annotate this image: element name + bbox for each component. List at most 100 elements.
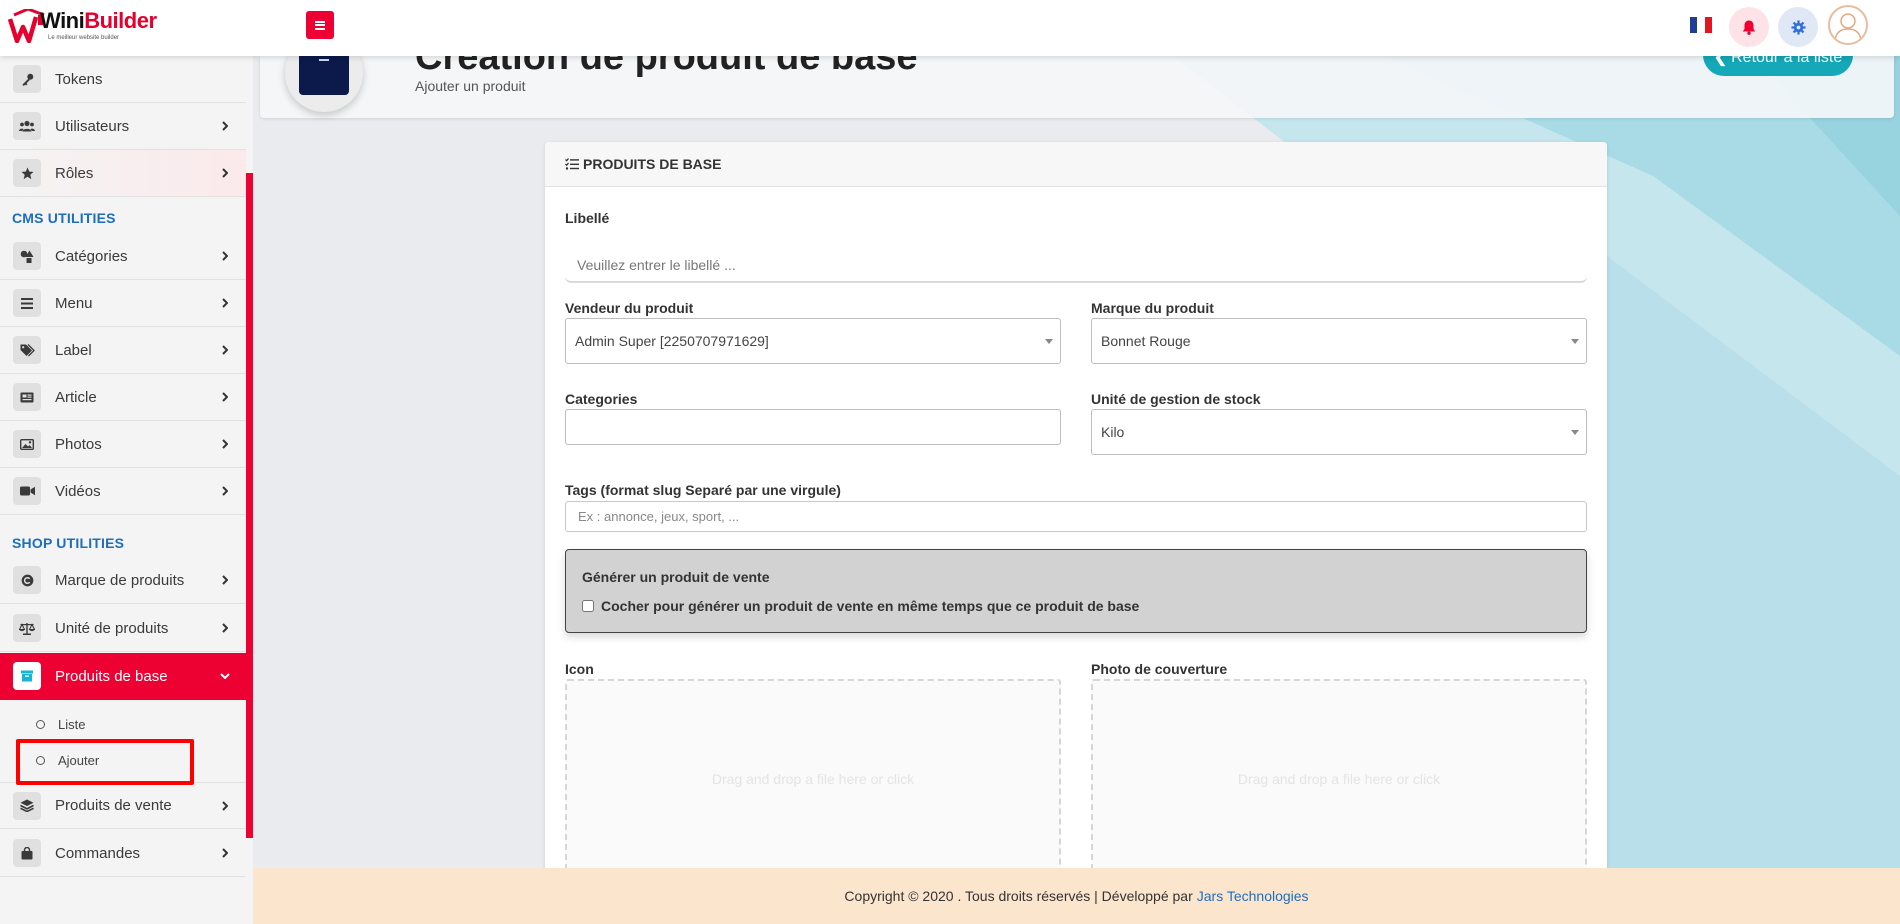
chevron-right-icon bbox=[218, 848, 232, 858]
sidebar-item-label-menu[interactable]: Label bbox=[0, 327, 246, 374]
vendeur-label: Vendeur du produit bbox=[565, 300, 694, 316]
sidebar-toggle-button[interactable] bbox=[306, 11, 334, 39]
sidebar-item-produits-de-base[interactable]: Produits de base bbox=[0, 653, 246, 700]
chevron-right-icon bbox=[218, 392, 232, 402]
sidebar-item-menu[interactable]: Menu bbox=[0, 280, 246, 327]
tags-label: Tags (format slug Separé par une virgule… bbox=[565, 482, 841, 498]
balance-scale-icon bbox=[13, 614, 41, 642]
generate-sale-product-row[interactable]: Cocher pour générer un produit de vente … bbox=[582, 598, 1139, 614]
sidebar-item-label: Commandes bbox=[55, 844, 141, 862]
sidebar-item-label: Utilisateurs bbox=[55, 117, 130, 135]
generate-sale-product-checkbox[interactable] bbox=[582, 600, 594, 612]
sidebar-item-label: Photos bbox=[55, 435, 102, 453]
icon-dropzone[interactable]: Drag and drop a file here or click bbox=[565, 679, 1061, 868]
product-box-icon bbox=[285, 56, 363, 112]
page-title: Création de produit de base bbox=[415, 56, 918, 78]
sidebar-item-unite-de-produits[interactable]: Unité de produits bbox=[0, 605, 246, 652]
sidebar: Tokens Utilisateurs Rôles CMS UTILITIES … bbox=[0, 56, 253, 924]
app-logo[interactable]: WiniBuilder Le meilleur website builder bbox=[8, 5, 158, 43]
section-title-cms: CMS UTILITIES bbox=[12, 210, 116, 226]
notifications-button[interactable] bbox=[1729, 7, 1769, 47]
circle-icon bbox=[36, 755, 45, 765]
newspaper-icon bbox=[13, 383, 41, 411]
vendeur-select[interactable]: Admin Super [2250707971629] bbox=[565, 318, 1061, 364]
user-avatar[interactable] bbox=[1828, 5, 1868, 45]
circle-icon bbox=[36, 719, 45, 729]
libelle-label: Libellé bbox=[565, 210, 610, 226]
shapes-icon bbox=[13, 242, 41, 270]
sidebar-subitem-ajouter[interactable]: Ajouter bbox=[0, 743, 246, 777]
sidebar-item-label: Produits de base bbox=[55, 667, 168, 685]
sidebar-item-label: Unité de produits bbox=[55, 619, 169, 637]
sidebar-item-categories[interactable]: Catégories bbox=[0, 233, 246, 280]
chevron-right-icon bbox=[218, 168, 232, 178]
sidebar-item-label: Label bbox=[55, 341, 92, 359]
card-header: PRODUITS DE BASE bbox=[545, 142, 1607, 187]
shopping-bag-icon bbox=[13, 839, 41, 867]
categories-label: Categories bbox=[565, 391, 638, 407]
unite-select-value: Kilo bbox=[1101, 424, 1125, 440]
sidebar-item-label: Article bbox=[55, 388, 97, 406]
unite-select[interactable]: Kilo bbox=[1091, 409, 1587, 455]
bars-icon bbox=[13, 289, 41, 317]
sidebar-item-photos[interactable]: Photos bbox=[0, 421, 246, 468]
top-navbar: WiniBuilder Le meilleur website builder bbox=[0, 0, 1900, 56]
categories-input[interactable] bbox=[565, 409, 1061, 445]
footer-company-link[interactable]: Jars Technologies bbox=[1197, 888, 1309, 904]
sidebar-item-marque-de-produits[interactable]: Marque de produits bbox=[0, 557, 246, 604]
gear-icon bbox=[1790, 19, 1806, 35]
cover-photo-dropzone-text: Drag and drop a file here or click bbox=[1237, 771, 1441, 787]
star-icon bbox=[13, 159, 41, 187]
layers-icon bbox=[13, 791, 41, 820]
libelle-input[interactable] bbox=[565, 248, 1587, 282]
key-icon bbox=[13, 65, 41, 93]
marque-label: Marque du produit bbox=[1091, 300, 1214, 316]
back-to-list-button[interactable]: ❮ Retour à la liste bbox=[1703, 56, 1853, 76]
card-title: PRODUITS DE BASE bbox=[583, 156, 722, 172]
tags-input[interactable] bbox=[565, 501, 1587, 532]
logo-text: WiniBuilder bbox=[40, 8, 157, 33]
copyright-icon bbox=[13, 566, 41, 594]
sidebar-item-label: Rôles bbox=[55, 164, 94, 182]
chevron-left-icon: ❮ bbox=[1713, 56, 1728, 66]
sidebar-item-label: Menu bbox=[55, 294, 93, 312]
video-icon bbox=[13, 477, 41, 505]
footer: Copyright © 2020 . Tous droits réservés … bbox=[253, 868, 1900, 924]
sidebar-item-article[interactable]: Article bbox=[0, 374, 246, 421]
product-form-card: PRODUITS DE BASE Libellé Vendeur du prod… bbox=[545, 142, 1607, 868]
france-flag-icon[interactable] bbox=[1690, 17, 1712, 33]
page-subtitle: Ajouter un produit bbox=[415, 78, 526, 94]
main-content: Création de produit de base Ajouter un p… bbox=[253, 56, 1900, 868]
chevron-down-icon bbox=[218, 673, 232, 679]
sidebar-item-utilisateurs[interactable]: Utilisateurs bbox=[0, 103, 246, 150]
chevron-right-icon bbox=[218, 251, 232, 261]
image-icon bbox=[13, 430, 41, 458]
hamburger-icon bbox=[315, 20, 325, 30]
sidebar-subitem-liste[interactable]: Liste bbox=[0, 707, 246, 741]
sidebar-item-roles[interactable]: Rôles bbox=[0, 150, 246, 197]
caret-down-icon bbox=[1045, 339, 1053, 344]
caret-down-icon bbox=[1571, 339, 1579, 344]
cover-photo-dropzone[interactable]: Drag and drop a file here or click bbox=[1091, 679, 1587, 868]
sidebar-item-produits-de-vente[interactable]: Produits de vente bbox=[0, 782, 246, 829]
sidebar-item-label: Catégories bbox=[55, 247, 128, 265]
unite-label: Unité de gestion de stock bbox=[1091, 391, 1261, 407]
footer-copyright: Copyright © 2020 . Tous droits réservés … bbox=[844, 888, 1193, 904]
chevron-right-icon bbox=[218, 121, 232, 131]
cover-photo-label: Photo de couverture bbox=[1091, 661, 1228, 677]
marque-select[interactable]: Bonnet Rouge bbox=[1091, 318, 1587, 364]
sidebar-item-commandes[interactable]: Commandes bbox=[0, 830, 246, 877]
sidebar-subitem-label: Ajouter bbox=[58, 752, 100, 768]
sidebar-scroll-indicator bbox=[246, 173, 253, 838]
archive-icon bbox=[13, 662, 41, 690]
icon-label: Icon bbox=[565, 661, 594, 677]
vendeur-select-value: Admin Super [2250707971629] bbox=[575, 333, 769, 349]
sidebar-item-label: Produits de vente bbox=[55, 797, 172, 814]
sidebar-item-tokens[interactable]: Tokens bbox=[0, 56, 246, 103]
sidebar-item-videos[interactable]: Vidéos bbox=[0, 468, 246, 515]
tags-icon bbox=[13, 336, 41, 364]
marque-select-value: Bonnet Rouge bbox=[1101, 333, 1191, 349]
generate-sale-product-title: Générer un produit de vente bbox=[582, 569, 770, 585]
users-icon bbox=[13, 112, 41, 140]
settings-button[interactable] bbox=[1778, 7, 1818, 47]
